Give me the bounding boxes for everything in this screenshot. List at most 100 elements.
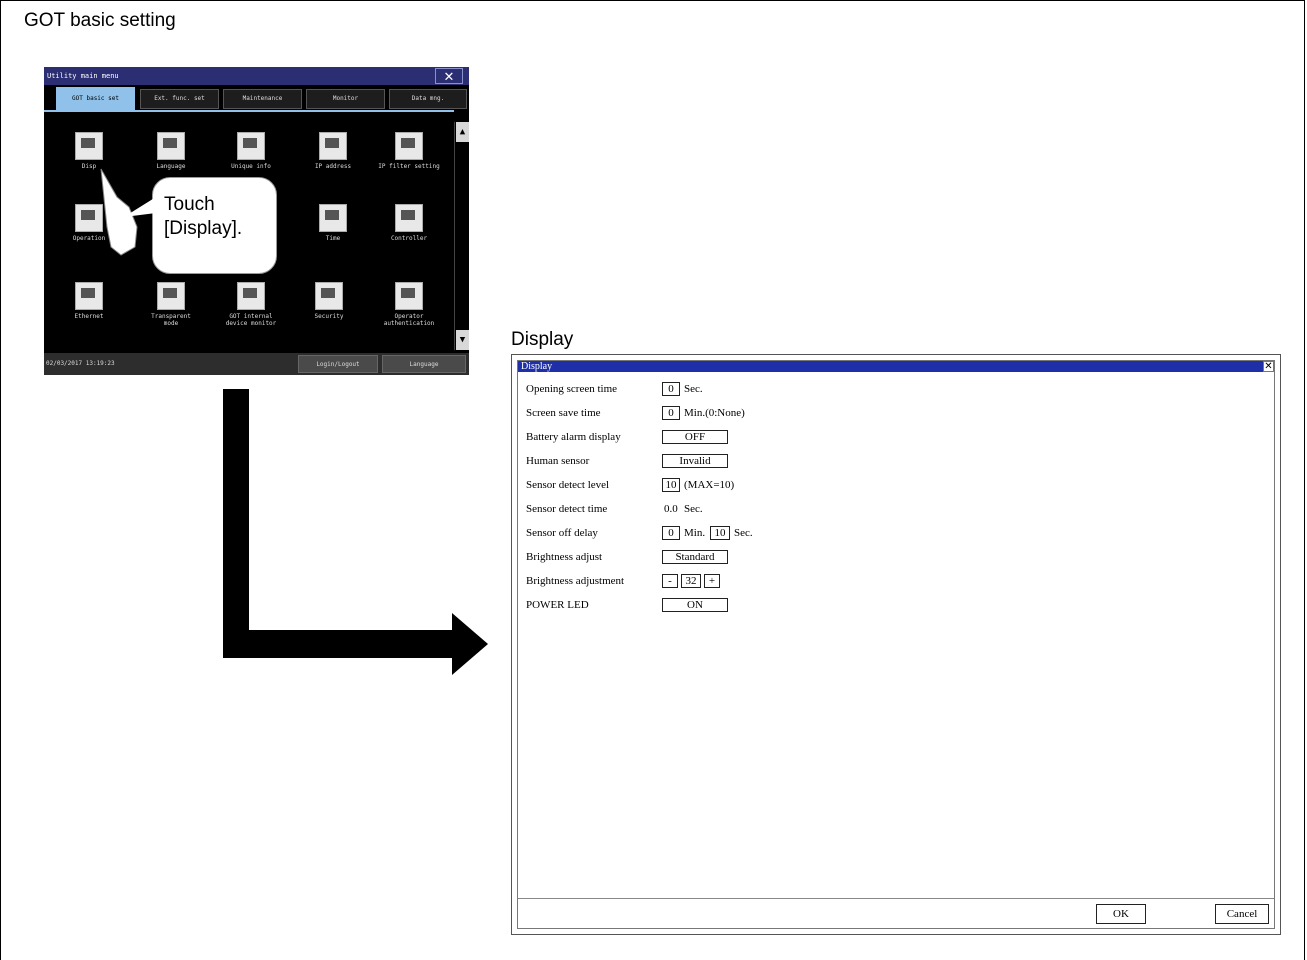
tab-monitor[interactable]: Monitor xyxy=(306,89,385,109)
brightness-adjust-button[interactable]: Standard xyxy=(662,550,728,564)
dialog-title: Display xyxy=(521,361,553,372)
language-button[interactable]: Language xyxy=(382,355,466,373)
sensor-detect-time-label: Sensor detect time xyxy=(526,503,608,515)
scroll-up-icon[interactable]: ▲ xyxy=(456,122,469,142)
power-led-row: POWER LED ON xyxy=(526,597,1266,615)
scroll-down-icon[interactable]: ▼ xyxy=(456,330,469,350)
brightness-minus-button[interactable]: - xyxy=(662,574,678,588)
close-icon[interactable]: ✕ xyxy=(435,68,463,84)
brightness-adjustment-row: Brightness adjustment - 32 + xyxy=(526,573,1266,591)
transparent-mode-icon-button[interactable]: Transparent mode xyxy=(131,282,211,327)
unique-info-icon xyxy=(237,132,265,160)
arrow-horizontal xyxy=(223,630,453,658)
utility-title-bar: Utility main menu xyxy=(44,67,469,85)
security-icon-button[interactable]: Security xyxy=(289,282,369,320)
sensor-detect-time-unit: Sec. xyxy=(684,503,703,515)
icon-label: Unique info xyxy=(231,163,271,170)
brightness-adjust-row: Brightness adjust Standard xyxy=(526,549,1266,567)
arrow-head-icon xyxy=(452,613,488,675)
sensor-detect-level-input[interactable]: 10 xyxy=(662,478,680,492)
display-dialog: Display ✕ Opening screen time 0 Sec. Scr… xyxy=(511,354,1281,935)
icon-label: Language xyxy=(156,163,186,170)
tab-bar: GOT basic set Ext. func. set Maintenance… xyxy=(44,85,469,110)
tab-got-basic-set[interactable]: GOT basic set xyxy=(56,87,135,110)
icon-label: IP filter setting xyxy=(378,163,440,170)
brightness-plus-button[interactable]: + xyxy=(704,574,720,588)
brightness-adjustment-value[interactable]: 32 xyxy=(681,574,701,588)
icon-label: Time xyxy=(325,235,341,242)
ip-address-icon xyxy=(319,132,347,160)
close-icon[interactable]: ✕ xyxy=(1263,361,1274,372)
transparent-mode-icon xyxy=(157,282,185,310)
device-monitor-icon-button[interactable]: GOT internal device monitor xyxy=(211,282,291,327)
sensor-off-delay-sec-input[interactable]: 10 xyxy=(710,526,730,540)
battery-alarm-button[interactable]: OFF xyxy=(662,430,728,444)
controller-icon-button[interactable]: Controller xyxy=(369,204,449,242)
arrow-vertical xyxy=(223,389,249,658)
icon-label: Transparent mode xyxy=(151,313,191,327)
sensor-off-delay-min-input[interactable]: 0 xyxy=(662,526,680,540)
sensor-off-delay-row: Sensor off delay 0 Min. 10 Sec. xyxy=(526,525,1266,543)
cancel-button[interactable]: Cancel xyxy=(1215,904,1269,924)
power-led-label: POWER LED xyxy=(526,599,589,611)
icon-label: Operator authentication xyxy=(383,313,435,327)
ip-address-icon-button[interactable]: IP address xyxy=(293,132,373,170)
display-heading: Display xyxy=(511,329,574,350)
language-icon xyxy=(157,132,185,160)
sensor-detect-time-row: Sensor detect time 0.0 Sec. xyxy=(526,501,1266,519)
battery-alarm-label: Battery alarm display xyxy=(526,431,621,443)
ip-filter-icon-button[interactable]: IP filter setting xyxy=(369,132,449,170)
opening-screen-time-input[interactable]: 0 xyxy=(662,382,680,396)
opening-screen-time-row: Opening screen time 0 Sec. xyxy=(526,381,1266,399)
screen-save-time-label: Screen save time xyxy=(526,407,601,419)
screen-save-time-input[interactable]: 0 xyxy=(662,406,680,420)
sensor-off-delay-sec-unit: Sec. xyxy=(734,527,753,539)
sensor-detect-level-label: Sensor detect level xyxy=(526,479,610,491)
unique-info-icon-button[interactable]: Unique info xyxy=(211,132,291,170)
login-logout-button[interactable]: Login/Logout xyxy=(298,355,378,373)
power-led-button[interactable]: ON xyxy=(662,598,728,612)
brightness-adjust-label: Brightness adjust xyxy=(526,551,603,563)
ip-filter-icon xyxy=(395,132,423,160)
time-icon-button[interactable]: Time xyxy=(293,204,373,242)
human-sensor-row: Human sensor Invalid xyxy=(526,453,1266,471)
footer-divider xyxy=(518,898,1274,899)
got-basic-setting-heading: GOT basic setting xyxy=(24,10,176,31)
sensor-detect-level-unit: (MAX=10) xyxy=(684,479,735,491)
tab-data-mng[interactable]: Data mng. xyxy=(389,89,467,109)
screen-save-time-unit: Min.(0:None) xyxy=(684,407,745,419)
human-sensor-button[interactable]: Invalid xyxy=(662,454,728,468)
battery-alarm-row: Battery alarm display OFF xyxy=(526,429,1266,447)
display-icon-button[interactable]: Disp xyxy=(49,132,129,170)
language-icon-button[interactable]: Language xyxy=(131,132,211,170)
ethernet-icon-button[interactable]: Ethernet xyxy=(49,282,129,320)
tab-ext-func-set[interactable]: Ext. func. set xyxy=(140,89,219,109)
icon-label: IP address xyxy=(314,163,352,170)
callout-pointer-icon xyxy=(124,192,164,217)
status-time: 02/03/2017 13:19:23 xyxy=(46,360,115,367)
icon-label: Ethernet xyxy=(74,313,104,320)
dialog-title-bar: Display xyxy=(518,361,1274,372)
sensor-off-delay-label: Sensor off delay xyxy=(526,527,598,539)
display-icon xyxy=(75,132,103,160)
opening-screen-time-unit: Sec. xyxy=(684,383,703,395)
icon-label: Controller xyxy=(390,235,428,242)
opening-screen-time-label: Opening screen time xyxy=(526,383,618,395)
utility-main-menu-screen: Utility main menu ✕ GOT basic set Ext. f… xyxy=(44,67,469,375)
tab-maintenance[interactable]: Maintenance xyxy=(223,89,302,109)
human-sensor-label: Human sensor xyxy=(526,455,590,467)
brightness-adjustment-label: Brightness adjustment xyxy=(526,575,625,587)
ok-button[interactable]: OK xyxy=(1096,904,1146,924)
controller-icon xyxy=(395,204,423,232)
ethernet-icon xyxy=(75,282,103,310)
scrollbar[interactable]: ▲ ▼ xyxy=(454,122,469,350)
security-icon xyxy=(315,282,343,310)
sensor-off-delay-min-unit: Min. xyxy=(684,527,706,539)
device-monitor-icon xyxy=(237,282,265,310)
callout-text: Touch [Display]. xyxy=(164,194,243,239)
dialog-body: Display ✕ Opening screen time 0 Sec. Scr… xyxy=(517,360,1275,929)
operator-authentication-icon-button[interactable]: Operator authentication xyxy=(369,282,449,327)
operator-authentication-icon xyxy=(395,282,423,310)
icon-label: Security xyxy=(314,313,344,320)
sensor-detect-level-row: Sensor detect level 10 (MAX=10) xyxy=(526,477,1266,495)
